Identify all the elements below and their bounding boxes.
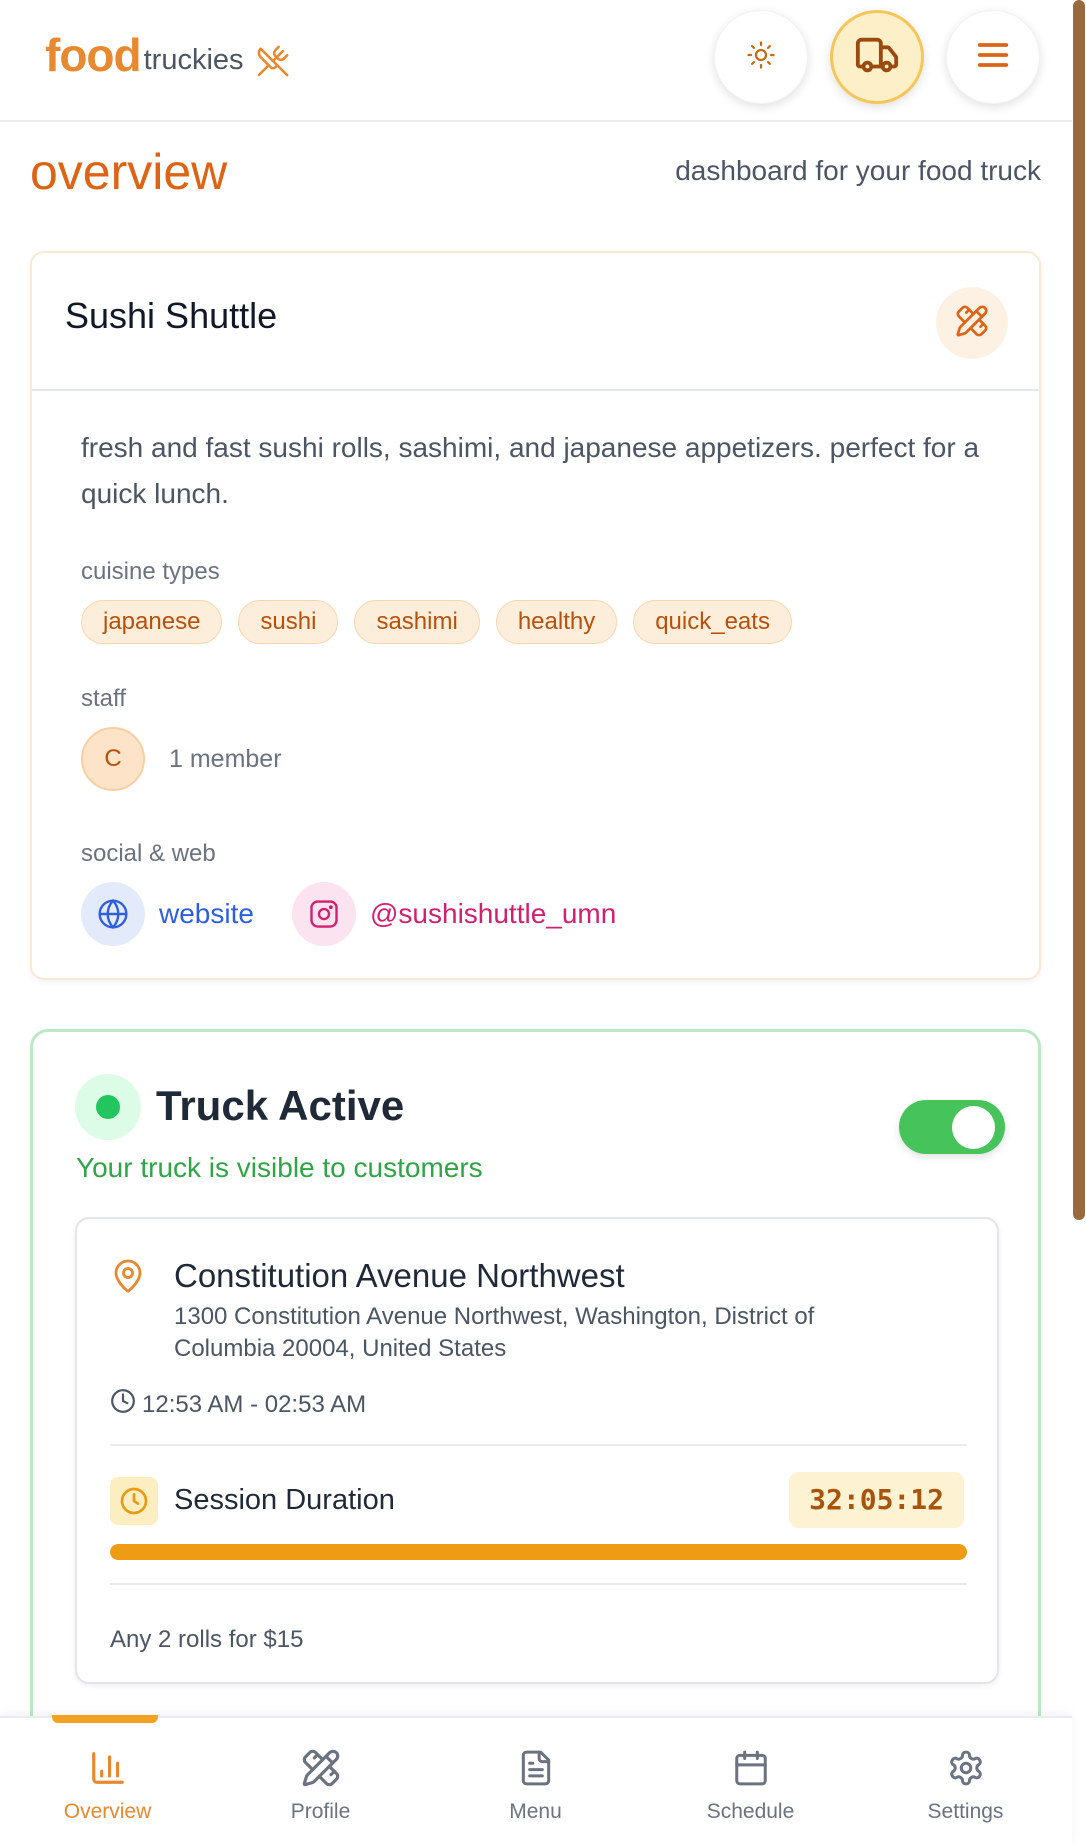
scrollbar-thumb[interactable] [1073,0,1085,1220]
cuisine-tag: quick_eats [633,600,792,644]
nav-label: Settings [927,1800,1004,1823]
divider [110,1583,967,1585]
nav-label: Profile [290,1800,351,1823]
location-name: Constitution Avenue Northwest [174,1257,625,1294]
theme-toggle-button[interactable] [714,10,808,104]
page-title: overview [30,144,228,200]
time-range-text: 12:53 AM - 02:53 AM [142,1390,367,1418]
page-subtitle: dashboard for your food truck [675,155,1041,186]
session-progress-fill [110,1544,967,1560]
app-logo[interactable]: food truckies [45,32,290,78]
nav-label: Overview [63,1800,152,1823]
session-duration-label: Session Duration [174,1484,395,1516]
session-progress-bar [110,1544,967,1560]
instagram-icon [292,882,356,946]
truck-card-header: Sushi Shuttle [32,253,1039,391]
truck-name: Sushi Shuttle [65,295,278,336]
promo-text: Any 2 rolls for $15 [110,1626,304,1653]
menu-icon [973,35,1013,80]
website-link[interactable]: website [81,882,254,946]
session-clock-icon [110,1477,158,1525]
cuisine-tag: japanese [81,600,223,644]
menu-button[interactable] [946,10,1040,104]
truck-button[interactable] [830,10,924,104]
staff-avatar[interactable]: C [81,727,145,791]
nav-schedule[interactable]: Schedule [643,1718,858,1846]
cuisine-tag: sashimi [354,600,480,644]
status-dot [96,1095,120,1119]
cuisine-tag: healthy [495,600,618,644]
location-panel: Constitution Avenue Northwest 1300 Const… [75,1217,999,1684]
truck-info-card: Sushi Shuttle fresh and fast sushi rolls… [30,251,1041,980]
sun-icon [746,40,776,75]
pencil-ruler-icon [955,304,989,343]
active-toggle[interactable] [899,1100,1005,1154]
calendar-icon [732,1746,770,1790]
location-address: 1300 Constitution Avenue Northwest, Wash… [174,1303,815,1362]
truck-description: fresh and fast sushi rolls, sashimi, and… [81,432,980,509]
pencil-ruler-icon [301,1746,341,1790]
toggle-knob [952,1106,995,1149]
active-tab-indicator [52,1715,158,1723]
map-pin-icon [110,1256,146,1301]
nav-menu[interactable]: Menu [428,1718,643,1846]
instagram-link[interactable]: @sushishuttle_umn [292,882,616,946]
staff-count: 1 member [169,745,282,773]
cuisine-tag: sushi [238,600,339,644]
edit-profile-button[interactable] [936,287,1008,359]
social-label: social & web [81,840,216,867]
nav-profile[interactable]: Profile [213,1718,428,1846]
gear-icon [947,1746,985,1790]
truck-icon [854,32,900,83]
page-scrollbar[interactable] [1072,0,1086,1846]
nav-settings[interactable]: Settings [858,1718,1073,1846]
website-label: website [159,898,254,929]
session-timer: 32:05:12 [789,1472,964,1528]
nav-label: Schedule [706,1800,795,1823]
time-range: 12:53 AM - 02:53 AM [110,1388,366,1421]
divider [110,1444,967,1446]
logo-truckies-text: truckies [143,44,244,76]
status-subtitle: Your truck is visible to customers [76,1152,483,1183]
instagram-handle: @sushishuttle_umn [370,898,617,929]
globe-icon [81,882,145,946]
bar-chart-icon [89,1746,127,1790]
cuisine-types-label: cuisine types [81,558,220,585]
cuisine-tags: japanese sushi sashimi healthy quick_eat… [81,600,792,644]
nav-label: Menu [509,1800,562,1823]
status-indicator [75,1074,141,1140]
app-header: food truckies [0,0,1072,122]
staff-label: staff [81,685,126,712]
utensils-icon [256,44,290,78]
clock-icon [110,1388,136,1421]
nav-overview[interactable]: Overview [0,1715,215,1846]
bottom-navigation: Overview Profile Menu Schedule Settings [0,1715,1073,1846]
status-title: Truck Active [156,1082,405,1129]
logo-food-text: food [45,29,142,81]
document-icon [517,1746,555,1790]
